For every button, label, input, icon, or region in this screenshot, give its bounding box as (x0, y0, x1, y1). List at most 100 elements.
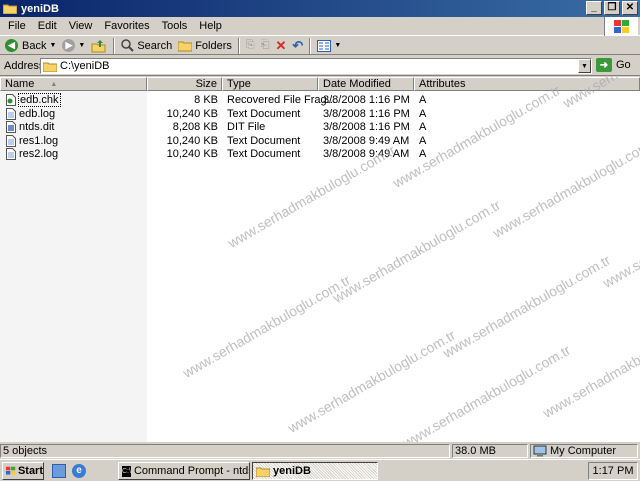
views-button[interactable]: ▼ (314, 37, 344, 55)
copy-to-icon: ⎗ (260, 39, 270, 51)
file-size: 8,208 KB (172, 121, 218, 133)
quick-launch: e (52, 464, 86, 478)
status-objects-text: 5 objects (3, 445, 48, 457)
go-button[interactable]: ➜ Go (596, 58, 631, 72)
quick-launch-explorer-icon[interactable] (52, 464, 66, 478)
folder-icon (256, 467, 270, 477)
standard-toolbar: ◀ Back ▼ ▶ ▼ Search Folders ⎘ ⎗ ✕ ↶ ▼ (0, 37, 640, 55)
folder-icon (3, 4, 17, 14)
folder-icon (43, 62, 57, 72)
address-bar: Address C:\yeniDB ▼ ➜ Go (0, 56, 640, 76)
file-row[interactable]: edb.chk 8 KB Recovered File Frag... 3/8/200… (0, 93, 640, 107)
back-label: Back (22, 39, 47, 52)
column-header-attributes[interactable]: Attributes (414, 77, 640, 91)
file-row[interactable]: res1.log 10,240 KB Text Document 3/8/2008 9… (0, 134, 640, 148)
menu-file[interactable]: File (2, 20, 32, 32)
file-list-view[interactable]: Name ▲ Size Type Date Modified Attribute… (0, 77, 640, 442)
file-name: ntds.dit (19, 121, 55, 133)
search-button[interactable]: Search (118, 37, 175, 55)
column-type-label: Type (227, 78, 251, 90)
search-icon (121, 39, 135, 52)
forward-button[interactable]: ▶ ▼ (59, 37, 88, 55)
title-bar[interactable]: yeniDB _ ❐ ✕ (0, 0, 640, 17)
toolbar-separator (113, 37, 116, 54)
move-to-button[interactable]: ⎘ (243, 37, 258, 55)
status-bar: 5 objects 38.0 MB My Computer (0, 443, 640, 459)
quick-launch-ie-icon[interactable]: e (72, 464, 86, 478)
menu-help[interactable]: Help (193, 20, 228, 32)
move-to-icon: ⎘ (245, 39, 255, 51)
watermark-text: www.serhadmakbuloglu.com.tr (540, 311, 640, 421)
folders-label: Folders (195, 39, 232, 52)
dropdown-arrow-icon: ▼ (334, 42, 342, 49)
file-type: Text Document (227, 148, 301, 160)
column-header-date-modified[interactable]: Date Modified (318, 77, 414, 91)
menu-edit[interactable]: Edit (32, 20, 63, 32)
address-value: C:\yeniDB (60, 60, 110, 72)
taskbar-button-yenidb[interactable]: yeniDB (252, 462, 378, 480)
file-date: 3/8/2008 1:16 PM (323, 107, 410, 120)
address-dropdown-button[interactable]: ▼ (578, 59, 591, 73)
menu-view[interactable]: View (63, 20, 99, 32)
minimize-button[interactable]: _ (586, 1, 602, 15)
menu-bar: File Edit View Favorites Tools Help (0, 17, 640, 36)
file-size: 10,240 KB (166, 148, 218, 160)
file-row[interactable]: ntds.dit 8,208 KB DIT File 3/8/2008 1:16 PM… (0, 120, 640, 134)
file-date: 3/8/2008 9:49 AM (323, 148, 410, 160)
system-tray-clock[interactable]: 1:17 PM (588, 462, 638, 480)
restore-button[interactable]: ❐ (604, 1, 620, 15)
column-header-type[interactable]: Type (222, 77, 318, 91)
folders-button[interactable]: Folders (175, 37, 235, 55)
file-name: edb.chk (18, 93, 61, 107)
chevron-down-icon: ▼ (581, 62, 588, 70)
status-location: My Computer (530, 444, 638, 458)
copy-to-button[interactable]: ⎗ (258, 37, 273, 55)
dropdown-arrow-icon: ▼ (49, 42, 57, 49)
file-row[interactable]: res2.log 10,240 KB Text Document 3/8/2008 9… (0, 147, 640, 161)
undo-button[interactable]: ↶ (289, 37, 306, 55)
search-label: Search (137, 39, 173, 52)
toolbar-separator (237, 37, 240, 54)
windows-flag-icon (6, 466, 16, 475)
watermark-text: www.serhadmakbuloglu.com.tr (400, 341, 574, 442)
file-name: res1.log (19, 134, 59, 147)
watermark-text: www.serhadmakbuloglu.com.tr (440, 251, 614, 361)
close-button[interactable]: ✕ (622, 1, 638, 15)
folders-icon (178, 41, 193, 51)
status-object-count: 5 objects (0, 444, 450, 458)
file-date: 3/8/2008 1:16 PM (323, 94, 410, 106)
task-label: yeniDB (273, 465, 311, 477)
file-type: Recovered File Frag... (227, 94, 336, 106)
file-type: DIT File (227, 121, 266, 133)
windows-logo-icon (604, 17, 638, 36)
menu-favorites[interactable]: Favorites (98, 20, 155, 32)
column-header-size[interactable]: Size (147, 77, 222, 91)
file-name: res2.log (19, 148, 59, 160)
go-label: Go (616, 59, 631, 71)
column-name-label: Name (5, 78, 35, 90)
watermark-text: www.serhadmakbuloglu.com.tr (285, 326, 459, 436)
undo-icon: ↶ (292, 37, 304, 53)
start-button[interactable]: Start (2, 462, 44, 480)
watermark-text: www.serhadmakbuloglu.com.tr (180, 271, 354, 381)
address-input[interactable]: C:\yeniDB ▼ (40, 58, 592, 74)
command-prompt-icon: C:\ (122, 465, 131, 477)
file-date: 3/8/2008 1:16 PM (323, 121, 410, 133)
taskbar: Start e C:\ Command Prompt - ntdsutil ye… (0, 459, 640, 481)
delete-icon: ✕ (275, 37, 287, 53)
file-size: 10,240 KB (166, 107, 218, 120)
file-date: 3/8/2008 9:49 AM (323, 134, 410, 147)
column-attributes-label: Attributes (419, 78, 466, 90)
column-size-label: Size (195, 78, 217, 90)
file-row[interactable]: edb.log 10,240 KB Text Document 3/8/2008 1:… (0, 107, 640, 121)
window-title: yeniDB (21, 2, 59, 15)
column-header-name[interactable]: Name ▲ (0, 77, 147, 91)
taskbar-button-command-prompt[interactable]: C:\ Command Prompt - ntdsutil (118, 462, 250, 480)
up-folder-button[interactable] (88, 37, 110, 55)
menu-tools[interactable]: Tools (156, 20, 194, 32)
file-attributes: A (419, 107, 427, 120)
delete-button[interactable]: ✕ (273, 37, 290, 55)
file-attributes: A (419, 134, 427, 147)
back-button[interactable]: ◀ Back ▼ (2, 37, 59, 55)
file-name: edb.log (19, 107, 56, 120)
